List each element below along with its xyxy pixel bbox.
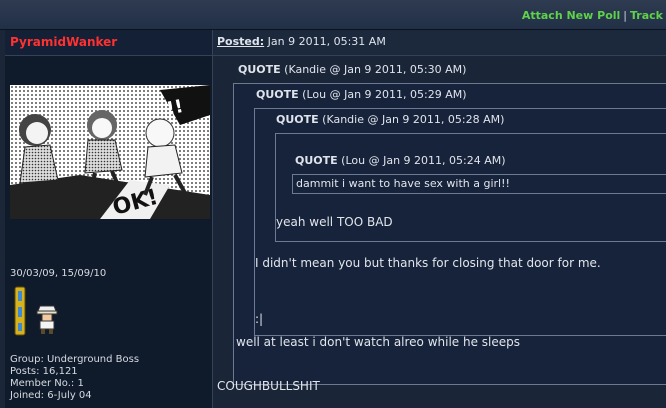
attach-poll-link[interactable]: Attach New Poll (522, 9, 620, 22)
quote-3-header: QUOTE (Kandie @ Jan 9 2011, 05:28 AM) (276, 113, 504, 126)
post-header: Posted: Jan 9 2011, 05:31 AM (213, 30, 666, 56)
quote-2-label: QUOTE (256, 88, 299, 101)
quote-3-meta: (Kandie @ Jan 9 2011, 05:28 AM) (322, 113, 505, 126)
topic-toolbar: Attach New Poll | Track (0, 0, 666, 30)
post-content: Posted: Jan 9 2011, 05:31 AM dammit i wa… (213, 30, 666, 408)
quote-1-text: well at least i don't watch alreo while … (236, 335, 521, 349)
quote-3-text: yeah well TOO BAD (276, 215, 393, 229)
user-member-no: Member No.: 1 (10, 378, 84, 389)
quote-1-label: QUOTE (238, 63, 281, 76)
quote-1-meta: (Kandie @ Jan 9 2011, 05:30 AM) (284, 63, 467, 76)
quote-2-emote: :| (255, 312, 264, 326)
quote-2-header: QUOTE (Lou @ Jan 9 2011, 05:29 AM) (256, 88, 467, 101)
quote-block-1: dammit i want to have sex with a girl!! … (233, 83, 666, 385)
quote-4-text: dammit i want to have sex with a girl!! (296, 177, 510, 190)
quote-2-text: I didn't mean you but thanks for closing… (255, 256, 601, 270)
quote-2-meta: (Lou @ Jan 9 2011, 05:29 AM) (302, 88, 467, 101)
avatar-manga-image: OK! !! (10, 85, 210, 219)
posted-line: Posted: Jan 9 2011, 05:31 AM (217, 35, 386, 48)
rank-badge-icon (14, 286, 26, 336)
user-stats: Group: Underground Boss Posts: 16,121 Me… (10, 354, 139, 402)
quote-block-3: dammit i want to have sex with a girl!! … (275, 133, 666, 242)
quote-4-label: QUOTE (295, 154, 338, 167)
toolbar-links: Attach New Poll | Track (522, 9, 663, 22)
avatar: OK! !! (10, 85, 210, 219)
user-posts: Posts: 16,121 (10, 366, 78, 377)
quote-4-meta: (Lou @ Jan 9 2011, 05:24 AM) (341, 154, 506, 167)
quote-3-label: QUOTE (276, 113, 319, 126)
user-joined: Joined: 6-July 04 (10, 390, 92, 401)
trainer-sprite-icon (36, 305, 58, 334)
user-group: Group: Underground Boss (10, 354, 140, 365)
quote-1-header: QUOTE (Kandie @ Jan 9 2011, 05:30 AM) (238, 63, 466, 76)
quote-4-header: QUOTE (Lou @ Jan 9 2011, 05:24 AM) (295, 154, 506, 167)
posted-label: Posted: (217, 35, 265, 48)
track-link[interactable]: Track (630, 9, 663, 22)
posted-date: Jan 9 2011, 05:31 AM (267, 35, 386, 48)
user-header: PyramidWanker (5, 30, 212, 56)
link-separator: | (623, 9, 628, 22)
user-dates: 30/03/09, 15/09/10 (10, 268, 107, 279)
username[interactable]: PyramidWanker (10, 35, 117, 49)
user-info-panel: PyramidWanker OK! !! 30/03/09, 15/09/10 … (5, 30, 213, 408)
quote-block-4: dammit i want to have sex with a girl!! (292, 174, 666, 194)
post-body-text: COUGHBULLSHIT (217, 379, 320, 393)
quote-block-2: dammit i want to have sex with a girl!! … (254, 108, 666, 336)
